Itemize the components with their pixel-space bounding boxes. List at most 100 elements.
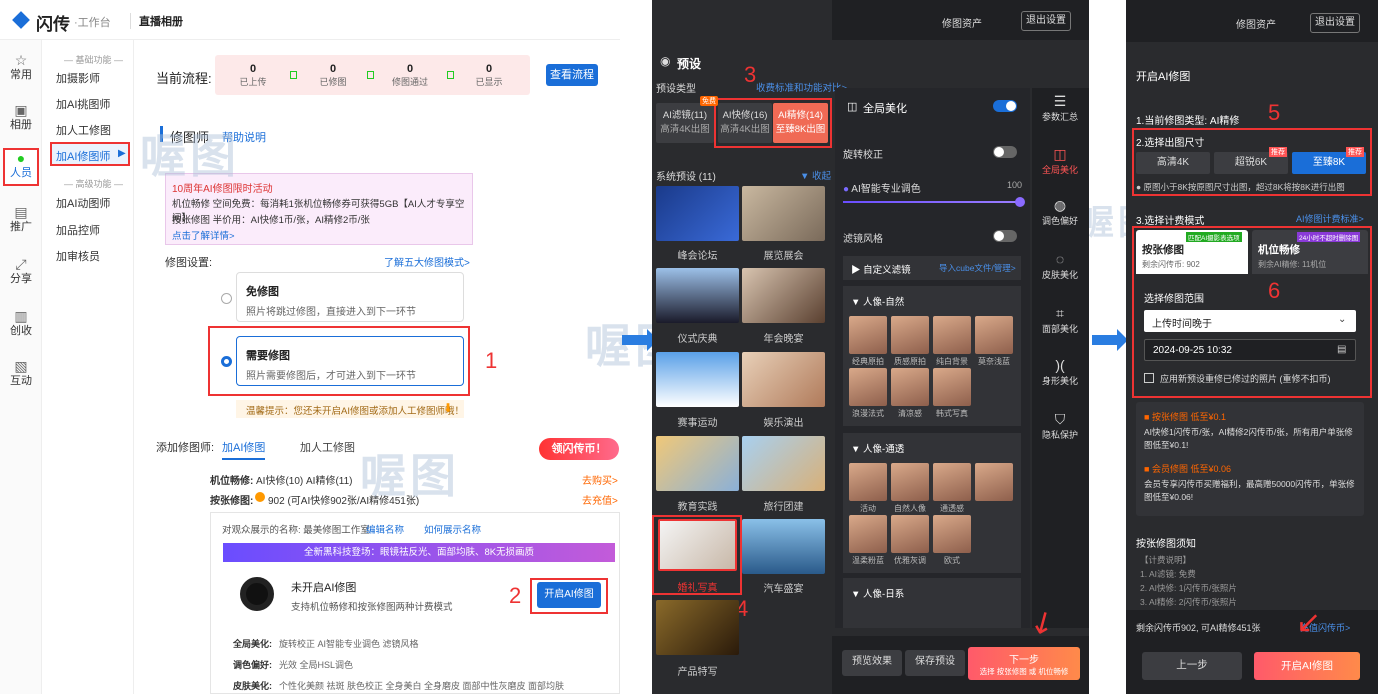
sub-item-ai-gif[interactable]: 加AI动图师 bbox=[56, 195, 110, 211]
enable-ai-button[interactable]: 开启AI修图 bbox=[537, 582, 601, 608]
ai-color-slider[interactable] bbox=[843, 201, 1019, 203]
type-ai-quick[interactable]: AI快修(16) 高清4K出图 bbox=[718, 103, 772, 143]
check-icon bbox=[447, 71, 454, 79]
filter-group-clear: ▼ 人像-通透 活动 自然人像 通透感 温柔粉蓝 优雅灰调 欧式 bbox=[843, 433, 1021, 573]
need-retouch-option[interactable]: 需要修图 照片需要修图后，才可进入到下一环节 bbox=[236, 336, 464, 386]
filter-thumb[interactable] bbox=[933, 368, 971, 406]
open-ai-button[interactable]: 开启AI修图 bbox=[1254, 652, 1360, 680]
tab-manual-retouch[interactable]: 加人工修图 bbox=[300, 439, 355, 455]
billing-link[interactable]: AI修图计费标准> bbox=[1296, 212, 1364, 225]
preset-thumb[interactable] bbox=[656, 352, 739, 407]
need-retouch-radio[interactable] bbox=[221, 356, 232, 367]
filter-thumb[interactable] bbox=[849, 463, 887, 501]
sub-item-manual[interactable]: 加人工修图 bbox=[56, 122, 111, 138]
caret-down-icon: ▼ bbox=[800, 171, 810, 182]
save-preset-button[interactable]: 保存预设 bbox=[905, 650, 965, 676]
filter-toggle[interactable] bbox=[993, 230, 1017, 242]
body-icon: )( bbox=[1055, 357, 1065, 373]
global-beauty-toggle[interactable] bbox=[993, 100, 1017, 112]
nav-item-interact[interactable]: ▧ 互动 bbox=[0, 358, 42, 388]
filter-thumb[interactable] bbox=[891, 316, 929, 354]
free-tag: 免费 bbox=[700, 96, 718, 106]
mark-5: 5 bbox=[1268, 100, 1281, 125]
tab-ai-retouch[interactable]: 加AI修图 bbox=[222, 439, 266, 460]
filter-thumb[interactable] bbox=[933, 515, 971, 553]
logo-icon bbox=[12, 11, 30, 29]
side-item-face[interactable]: ⌗ 面部美化 bbox=[1035, 304, 1085, 335]
view-flow-button[interactable]: 查看流程 bbox=[546, 64, 598, 86]
edit-name-link[interactable]: 编辑名称 bbox=[366, 522, 404, 536]
filter-thumb[interactable] bbox=[933, 463, 971, 501]
assets-link[interactable]: 修图资产 bbox=[942, 15, 982, 30]
filter-thumb[interactable] bbox=[933, 316, 971, 354]
preview-button[interactable]: 预览效果 bbox=[842, 650, 902, 676]
type-ai-filter[interactable]: AI滤镜(11) 高清4K出图 bbox=[656, 103, 714, 143]
side-item-body[interactable]: )(身形美化 bbox=[1035, 356, 1085, 387]
filter-thumb[interactable] bbox=[849, 368, 887, 406]
no-retouch-radio[interactable] bbox=[221, 293, 232, 304]
filter-thumb[interactable] bbox=[891, 463, 929, 501]
preset-thumb[interactable] bbox=[656, 268, 739, 323]
range-select[interactable]: 上传时间晚于 ⌄ bbox=[1144, 310, 1356, 332]
price-title-2: ■ 会员修图 低至¥0.06 bbox=[1144, 464, 1231, 474]
sub-item-photographer[interactable]: 加摄影师 bbox=[56, 70, 100, 86]
preset-thumb[interactable] bbox=[742, 352, 825, 407]
sub-item-ai-retoucher[interactable]: 加AI修图师 ▶ bbox=[50, 142, 130, 166]
preset-thumb[interactable] bbox=[656, 436, 739, 491]
billing-machine[interactable]: 机位畅修 剩余AI精修: 11机位 24小时不超时删除图 bbox=[1252, 230, 1368, 274]
rotate-toggle[interactable] bbox=[993, 146, 1017, 158]
collapse-link[interactable]: ▼ 收起 bbox=[800, 168, 831, 182]
exit-settings-button[interactable]: 退出设置 bbox=[1021, 11, 1071, 31]
next-step-button[interactable]: 下一步 选择 按张修图 或 机位畅修 bbox=[968, 647, 1080, 680]
buy-link[interactable]: 去购买> bbox=[582, 472, 618, 487]
sub-item-reviewer[interactable]: 加审核员 bbox=[56, 248, 100, 264]
filter-thumb[interactable] bbox=[975, 316, 1013, 354]
side-item-privacy[interactable]: ⛉ 隐私保护 bbox=[1035, 410, 1085, 441]
nav-item-share[interactable]: ⤢ 分享 bbox=[0, 256, 42, 286]
compare-link[interactable]: 收费标准和功能对比> bbox=[756, 80, 847, 94]
filter-thumb[interactable] bbox=[849, 515, 887, 553]
filter-thumb[interactable] bbox=[849, 316, 887, 354]
side-item-color[interactable]: ◍ 调色偏好 bbox=[1035, 196, 1085, 227]
filter-thumb[interactable] bbox=[891, 515, 929, 553]
exit-settings-button[interactable]: 退出设置 bbox=[1310, 13, 1360, 33]
preset-thumb[interactable] bbox=[742, 186, 825, 241]
prev-step-button[interactable]: 上一步 bbox=[1142, 652, 1242, 680]
preset-thumb[interactable] bbox=[656, 600, 739, 655]
date-input[interactable]: 2024-09-25 10:32 ▤ bbox=[1144, 339, 1356, 361]
no-retouch-option[interactable]: 免修图 照片将跳过修图，直接进入到下一环节 bbox=[236, 272, 464, 322]
size-4k[interactable]: 高清4K bbox=[1136, 152, 1210, 174]
billing-per-pic[interactable]: 按张修图 剩余闪传币: 902 匹配AI摄影表选项 bbox=[1136, 230, 1248, 274]
nav-item-income[interactable]: ▥ 创收 bbox=[0, 308, 42, 338]
type-ai-fine[interactable]: AI精修(14) 至臻8K出图 bbox=[773, 103, 828, 143]
current-type: 1.当前修图类型: AI精修 bbox=[1136, 116, 1240, 127]
side-item-skin[interactable]: ◌ 皮肤美化 bbox=[1035, 250, 1085, 281]
slider-handle[interactable] bbox=[1015, 197, 1025, 207]
nav-item-people[interactable]: ● 人员 bbox=[3, 148, 39, 186]
how-show-link[interactable]: 如何展示名称 bbox=[424, 522, 481, 536]
preset-thumb[interactable] bbox=[742, 519, 825, 574]
reapply-checkbox[interactable] bbox=[1144, 373, 1154, 383]
nav-item-promote[interactable]: ▤ 推广 bbox=[0, 204, 42, 234]
promo-link[interactable]: 点击了解详情> bbox=[172, 228, 235, 242]
side-item-global[interactable]: ◫ 全局美化 bbox=[1035, 145, 1085, 176]
coin-badge[interactable]: 领闪传币！ bbox=[539, 438, 619, 460]
sub-item-ai-picker[interactable]: 加AI挑图师 bbox=[56, 96, 110, 112]
preset-thumb-wedding[interactable] bbox=[658, 519, 737, 571]
preset-thumb[interactable] bbox=[742, 268, 825, 323]
sliders-icon: ☰ bbox=[1053, 93, 1067, 109]
nav-item-common[interactable]: ☆ 常用 bbox=[0, 52, 42, 82]
import-link[interactable]: 导入cube文件/管理> bbox=[939, 262, 1016, 274]
preset-thumb[interactable] bbox=[742, 436, 825, 491]
modes-link[interactable]: 了解五大修图模式> bbox=[384, 254, 470, 269]
preset-thumb[interactable] bbox=[656, 186, 739, 241]
recharge-link[interactable]: 去充值> bbox=[582, 492, 618, 507]
filter-thumb[interactable] bbox=[891, 368, 929, 406]
sub-item-qc[interactable]: 加品控师 bbox=[56, 222, 100, 238]
filter-thumb[interactable] bbox=[975, 463, 1013, 501]
custom-filter-row[interactable]: ▶ 自定义滤镜 导入cube文件/管理> bbox=[843, 256, 1021, 280]
side-item-summary[interactable]: ☰ 参数汇总 bbox=[1035, 92, 1085, 123]
assets-link[interactable]: 修图资产 bbox=[1236, 16, 1276, 31]
nav-item-album[interactable]: ▣ 相册 bbox=[0, 102, 42, 132]
price-desc-2: 会员专享闪传币买赠福利，最高赠50000闪传币，单张修图低至¥0.06! bbox=[1144, 479, 1355, 502]
